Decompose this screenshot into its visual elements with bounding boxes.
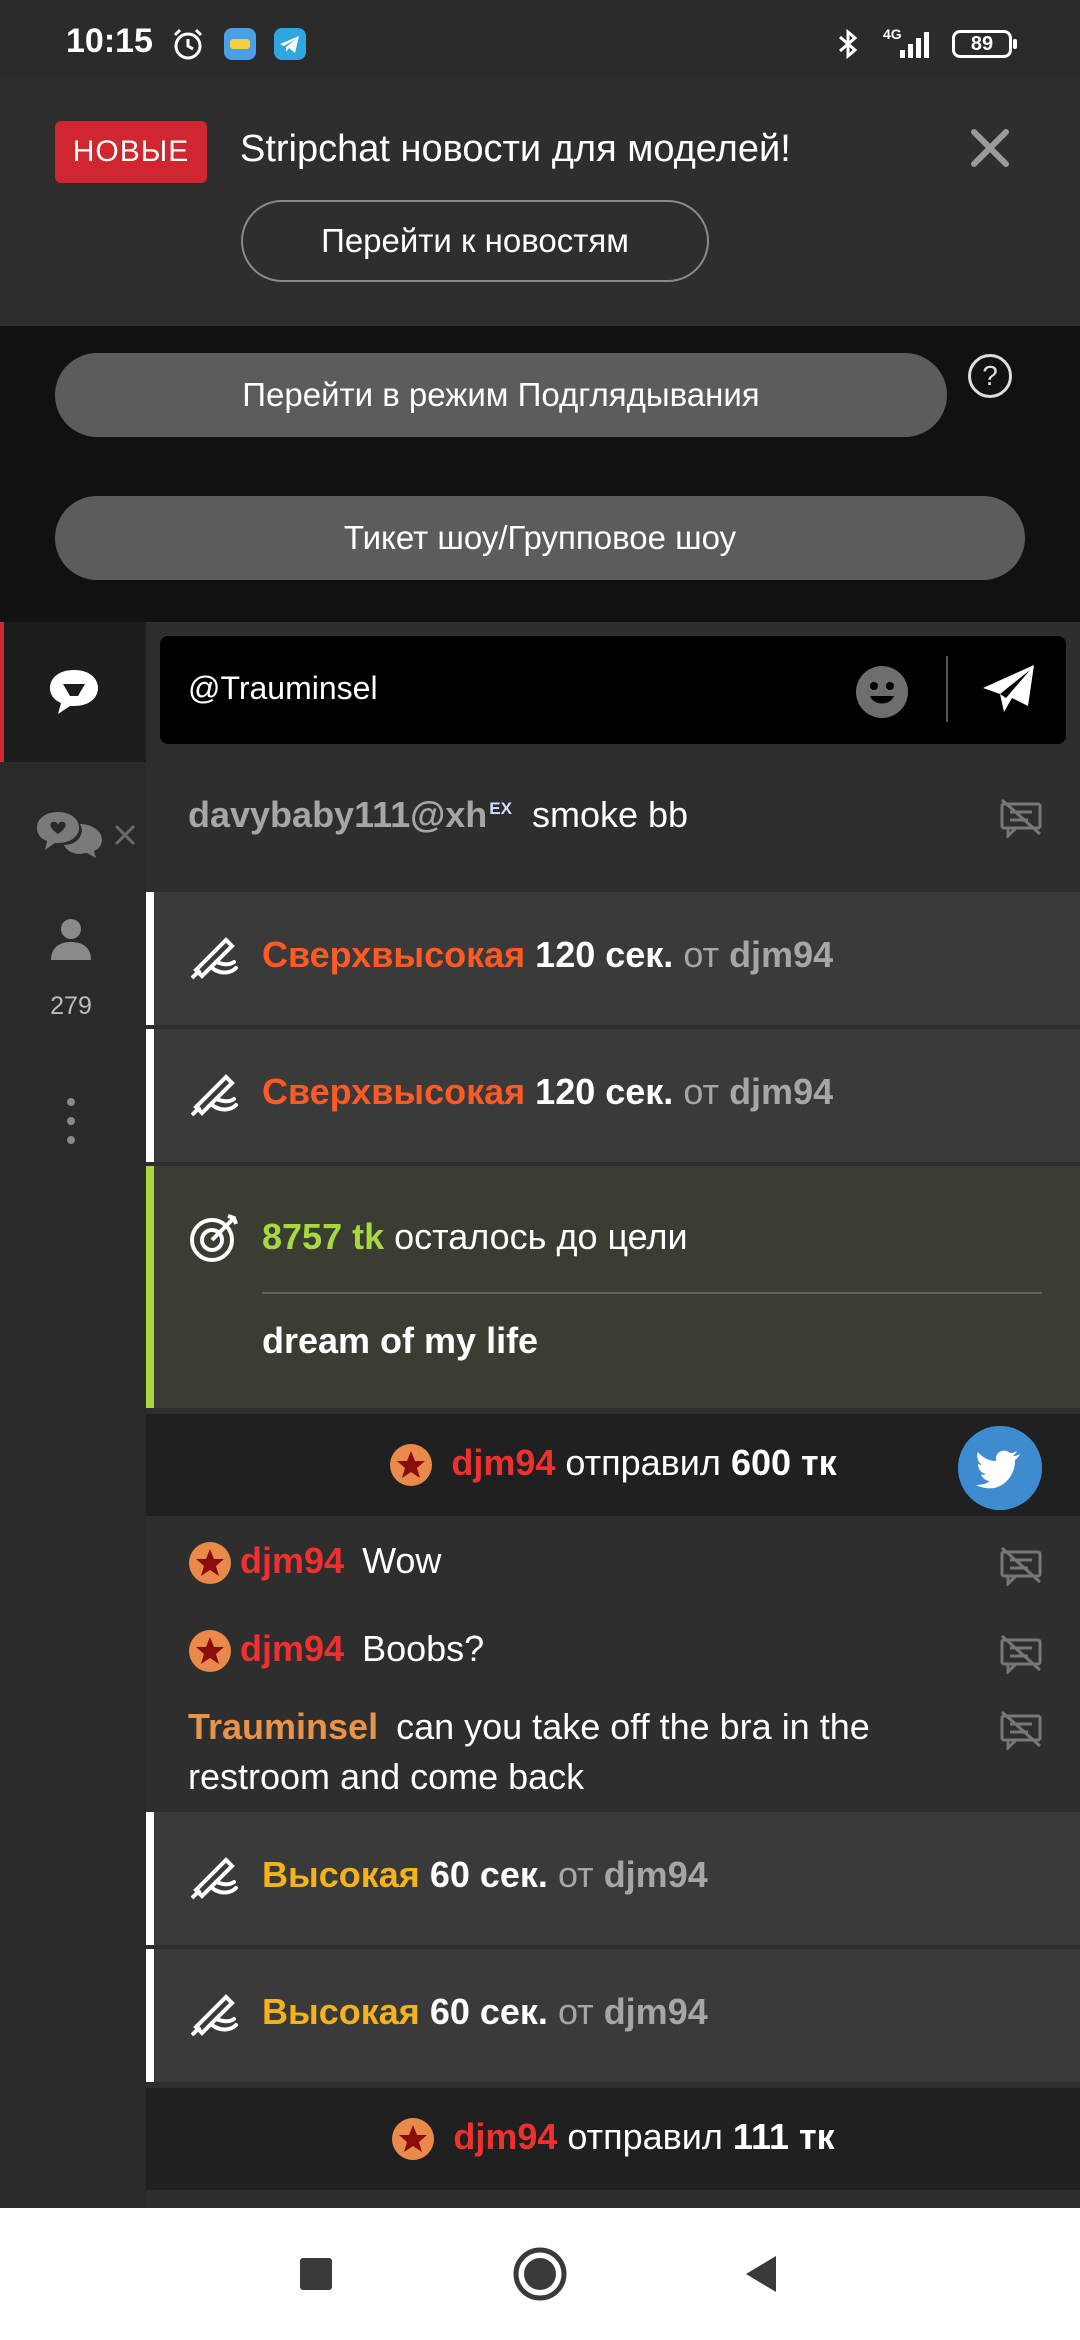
message-text: Boobs?: [362, 1628, 485, 1669]
boost-duration: 60 сек.: [429, 1854, 548, 1895]
tip-amount: 600 тк: [730, 1442, 837, 1483]
boost-level: Высокая: [262, 1991, 420, 2032]
boost-notice: Сверхвысокая 120 сек. от djm94: [146, 892, 1080, 1025]
tip-verb: отправил: [565, 1442, 721, 1483]
goal-amount: 8757 tk: [262, 1216, 385, 1257]
battery-indicator: 89: [952, 30, 1017, 58]
tip-notice: djm94 отправил 111 тк: [146, 2088, 1080, 2190]
chat-input[interactable]: @Trauminsel: [188, 670, 378, 707]
star-badge-icon: [390, 1444, 433, 1487]
boost-from: от: [557, 1854, 594, 1895]
star-badge-icon: [392, 2118, 435, 2161]
ex-badge: EX: [489, 799, 512, 818]
boost-level: Высокая: [262, 1854, 420, 1895]
chat-message: djm94 Boobs?: [146, 1610, 1080, 1696]
boost-duration: 120 сек.: [535, 934, 674, 975]
chat-message: djm94 Wow: [146, 1522, 1080, 1608]
chat-message: davybaby111@xh EX smoke bb: [146, 752, 1080, 886]
boost-notice: Сверхвысокая 120 сек. от djm94: [146, 1029, 1080, 1162]
boost-notice: Высокая 60 сек. от djm94: [146, 1812, 1080, 1945]
boost-duration: 120 сек.: [535, 1071, 674, 1112]
more-vertical-icon[interactable]: [62, 1096, 80, 1146]
username[interactable]: djm94: [604, 1991, 708, 2032]
signal-icon: [900, 32, 929, 58]
sidebar-item-private-chats[interactable]: [0, 762, 146, 892]
tip-amount: 111 тк: [732, 2116, 835, 2157]
username[interactable]: davybaby111@xh: [188, 794, 487, 835]
boost-icon: [190, 1994, 238, 2037]
app-notification-icon: [224, 28, 256, 60]
bluetooth-icon: [839, 28, 858, 60]
message-text: smoke bb: [532, 794, 689, 835]
chat-bubble-icon: [50, 670, 98, 714]
goal-notice: 8757 tk осталось до цели dream of my lif…: [146, 1166, 1080, 1408]
username[interactable]: djm94: [604, 1854, 708, 1895]
show-actions: Перейти в режим Подглядывания ? Тикет шо…: [0, 326, 1080, 622]
chat-sidebar: 279: [0, 622, 146, 2208]
telegram-icon: [274, 28, 306, 60]
input-separator: [946, 656, 948, 722]
go-to-news-button[interactable]: Перейти к новостям: [241, 200, 709, 282]
message-text: can you take off the bra in the: [396, 1706, 870, 1747]
boost-level: Сверхвысокая: [262, 1071, 526, 1112]
boost-duration: 60 сек.: [429, 1991, 548, 2032]
username[interactable]: djm94: [729, 1071, 833, 1112]
private-chats-icon: [37, 812, 102, 858]
help-icon[interactable]: ?: [968, 354, 1012, 398]
close-private-icon[interactable]: [112, 822, 138, 848]
message-text-continued: restroom and come back: [188, 1756, 585, 1797]
boost-icon: [190, 1074, 238, 1117]
tip-verb: отправил: [567, 2116, 723, 2157]
users-icon: [51, 919, 91, 960]
peek-mode-button[interactable]: Перейти в режим Подглядывания: [55, 353, 947, 437]
hide-message-icon[interactable]: [998, 1708, 1044, 1750]
recents-square-icon[interactable]: [284, 2242, 348, 2306]
close-icon[interactable]: [960, 118, 1020, 178]
news-title: Stripchat новости для моделей!: [240, 128, 791, 170]
goal-description: dream of my life: [262, 1320, 539, 1361]
boost-notice: Высокая 60 сек. от djm94: [146, 1949, 1080, 2082]
username[interactable]: djm94: [729, 934, 833, 975]
hide-message-icon[interactable]: [998, 1632, 1044, 1674]
home-circle-icon[interactable]: [508, 2242, 572, 2306]
status-bar: 10:15 4G 89: [0, 0, 1080, 76]
chat-input-row: @Trauminsel: [160, 636, 1066, 744]
status-time: 10:15: [66, 22, 153, 60]
star-badge-icon: [189, 1542, 231, 1585]
news-badge: НОВЫЕ: [55, 121, 207, 183]
chat-message: Trauminsel can you take off the bra in t…: [146, 1698, 1080, 1818]
boost-from: от: [683, 1071, 720, 1112]
target-icon: [190, 1214, 238, 1262]
username[interactable]: djm94: [451, 1442, 555, 1483]
star-badge-icon: [189, 1630, 231, 1673]
send-icon[interactable]: [980, 662, 1038, 716]
twitter-share-icon[interactable]: [958, 1426, 1042, 1510]
goal-text: осталось до цели: [394, 1216, 688, 1257]
back-triangle-icon[interactable]: [730, 2242, 794, 2306]
users-count: 279: [50, 992, 92, 1020]
news-banner: НОВЫЕ Stripchat новости для моделей! Пер…: [0, 76, 1080, 326]
tip-notice: djm94 отправил 600 тк: [146, 1414, 1080, 1516]
boost-icon: [190, 1857, 238, 1900]
hide-message-icon[interactable]: [998, 796, 1044, 838]
ticket-show-button[interactable]: Тикет шоу/Групповое шоу: [55, 496, 1025, 580]
boost-icon: [190, 937, 238, 980]
goal-divider: [262, 1292, 1042, 1294]
alarm-icon: [173, 28, 203, 60]
system-nav-bar: [0, 2208, 1080, 2340]
message-text: Wow: [362, 1540, 442, 1581]
hide-message-icon[interactable]: [998, 1544, 1044, 1586]
username[interactable]: djm94: [240, 1540, 344, 1581]
boost-from: от: [683, 934, 720, 975]
sidebar-item-public-chat[interactable]: [0, 622, 146, 762]
username[interactable]: djm94: [453, 2116, 557, 2157]
chat-panel: @Trauminsel davybaby111@xh EX smoke bb С…: [146, 622, 1080, 2208]
boost-from: от: [557, 1991, 594, 2032]
username[interactable]: Trauminsel: [188, 1706, 378, 1747]
emoji-icon[interactable]: [854, 664, 910, 720]
username[interactable]: djm94: [240, 1628, 344, 1669]
boost-level: Сверхвысокая: [262, 934, 526, 975]
